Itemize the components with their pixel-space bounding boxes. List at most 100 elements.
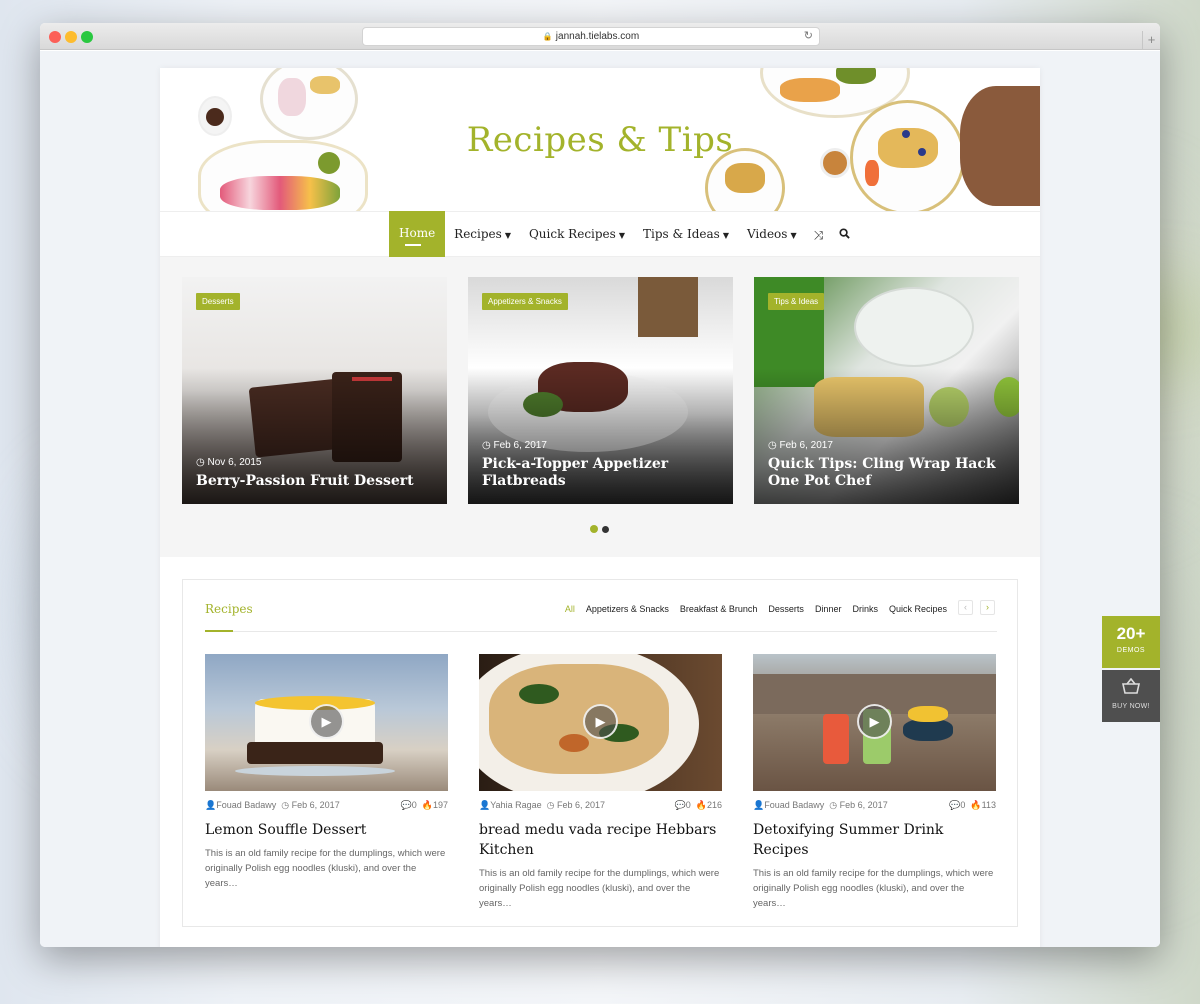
slide-title[interactable]: Pick-a-Topper Appetizer Flatbreads	[482, 456, 719, 490]
zoom-window-button[interactable]	[81, 31, 93, 43]
category-badge[interactable]: Tips & Ideas	[768, 293, 825, 310]
recipe-thumbnail[interactable]: ▶	[205, 654, 448, 791]
clock-icon: ◷	[829, 800, 838, 810]
demos-count: 20+	[1116, 624, 1146, 643]
pagination-dot[interactable]	[602, 526, 609, 533]
tab-desserts[interactable]: Desserts	[768, 604, 804, 614]
recipe-title[interactable]: Detoxifying Summer Drink Recipes	[753, 820, 996, 860]
author-name[interactable]: Yahia Ragae	[490, 800, 541, 810]
buy-now-button[interactable]: BUY NOW!	[1102, 670, 1160, 722]
view-count: 216	[706, 800, 722, 810]
block-title[interactable]: Recipes	[205, 602, 253, 616]
slide-card[interactable]: Tips & Ideas ◷ Feb 6, 2017 Quick Tips: C…	[754, 277, 1019, 504]
shuffle-icon[interactable]: ⤨	[806, 213, 832, 257]
tab-dinner[interactable]: Dinner	[815, 604, 842, 614]
clock-icon: ◷	[482, 440, 491, 451]
post-stats: 💬0 🔥113	[949, 800, 996, 811]
play-icon[interactable]: ▶	[583, 704, 618, 739]
recipe-title[interactable]: bread medu vada recipe Hebbars Kitchen	[479, 820, 722, 860]
demos-widget[interactable]: 20+ DEMOS	[1102, 616, 1160, 668]
comment-count: 0	[411, 800, 417, 810]
caret-down-icon: ▼	[790, 231, 797, 240]
recipe-title[interactable]: Lemon Souffle Dessert	[205, 820, 448, 840]
fire-icon: 🔥	[970, 800, 982, 810]
comment-icon: 💬	[949, 800, 961, 810]
clock-icon: ◷	[281, 800, 290, 810]
pagination-dot[interactable]	[590, 525, 598, 533]
comment-icon: 💬	[400, 800, 412, 810]
user-icon: 👤	[753, 800, 765, 810]
minimize-window-button[interactable]	[65, 31, 77, 43]
nav-item-label: Tips & Ideas	[642, 227, 720, 241]
nav-item-label: Videos	[746, 227, 788, 241]
category-badge[interactable]: Desserts	[196, 293, 240, 310]
featured-slider: Desserts ◷ Nov 6, 2015 Berry-Passion Fru…	[160, 257, 1040, 557]
author-name[interactable]: Fouad Badawy	[216, 800, 276, 810]
comment-icon: 💬	[674, 800, 686, 810]
address-bar[interactable]: 🔒 jannah.tielabs.com ↻	[362, 27, 820, 46]
block-divider-accent	[205, 630, 233, 632]
slide-date: ◷ Nov 6, 2015	[196, 457, 261, 468]
prev-arrow-button[interactable]: ‹	[958, 600, 973, 615]
next-arrow-button[interactable]: ›	[980, 600, 995, 615]
reload-icon[interactable]: ↻	[804, 28, 813, 45]
demos-label: DEMOS	[1116, 647, 1146, 654]
fire-icon: 🔥	[695, 800, 707, 810]
post-date: Feb 6, 2017	[839, 800, 888, 810]
tab-all[interactable]: All	[565, 604, 575, 614]
page-viewport: Recipes & Tips Home Recipes ▼ Quick Recip…	[40, 51, 1160, 947]
nav-item-recipes[interactable]: Recipes ▼	[445, 212, 520, 258]
post-stats: 💬0 🔥216	[675, 800, 723, 811]
slider-pagination	[590, 525, 609, 533]
slide-title[interactable]: Berry-Passion Fruit Dessert	[196, 473, 433, 490]
block-tabs: All Appetizers & Snacks Breakfast & Brun…	[565, 604, 947, 614]
comment-count: 0	[685, 800, 691, 810]
site-container: Recipes & Tips Home Recipes ▼ Quick Recip…	[160, 68, 1040, 947]
recipe-card: ▶ 👤Fouad Badawy ◷ Feb 6, 2017 💬0 🔥197 Le…	[205, 654, 448, 891]
recipe-excerpt: This is an old family recipe for the dum…	[753, 868, 994, 909]
nav-item-tips-ideas[interactable]: Tips & Ideas ▼	[634, 212, 738, 258]
post-date: Feb 6, 2017	[556, 800, 606, 810]
user-icon: 👤	[205, 800, 217, 810]
nav-item-quick-recipes[interactable]: Quick Recipes ▼	[520, 212, 634, 258]
slide-title[interactable]: Quick Tips: Cling Wrap Hack One Pot Chef	[768, 456, 1005, 490]
comment-count: 0	[960, 800, 966, 810]
slide-card[interactable]: Desserts ◷ Nov 6, 2015 Berry-Passion Fru…	[182, 277, 447, 504]
recipe-thumbnail[interactable]: ▶	[753, 654, 996, 791]
nav-item-label: Home	[399, 226, 436, 240]
play-icon[interactable]: ▶	[309, 704, 344, 739]
browser-window: 🔒 jannah.tielabs.com ↻ + Recipes & Tips …	[40, 23, 1160, 947]
slide-date-text: Feb 6, 2017	[779, 440, 833, 451]
nav-item-home[interactable]: Home	[389, 211, 446, 258]
author-name[interactable]: Fouad Badawy	[764, 800, 824, 810]
caret-down-icon: ▼	[504, 231, 511, 240]
caret-down-icon: ▼	[618, 231, 625, 240]
nav-item-label: Quick Recipes	[528, 227, 616, 241]
recipes-block: Recipes All Appetizers & Snacks Breakfas…	[182, 579, 1018, 927]
user-icon: 👤	[479, 800, 491, 810]
tab-drinks[interactable]: Drinks	[852, 604, 878, 614]
main-navigation: Home Recipes ▼ Quick Recipes ▼ Tips & Idea…	[160, 211, 1040, 258]
recipe-card: ▶ 👤Yahia Ragae ◷ Feb 6, 2017 💬0 🔥216 bre…	[479, 654, 722, 911]
category-badge[interactable]: Appetizers & Snacks	[482, 293, 568, 310]
nav-item-videos[interactable]: Videos ▼	[738, 212, 806, 258]
tab-quick-recipes[interactable]: Quick Recipes	[889, 604, 947, 614]
browser-titlebar: 🔒 jannah.tielabs.com ↻ +	[40, 23, 1160, 50]
clock-icon: ◷	[546, 800, 555, 810]
basket-icon	[1102, 677, 1160, 699]
recipe-thumbnail[interactable]: ▶	[479, 654, 722, 791]
fire-icon: 🔥	[421, 800, 433, 810]
tab-appetizers-snacks[interactable]: Appetizers & Snacks	[586, 604, 669, 614]
recipe-excerpt: This is an old family recipe for the dum…	[479, 868, 720, 909]
block-divider	[205, 631, 997, 632]
play-icon[interactable]: ▶	[857, 704, 892, 739]
new-tab-button[interactable]: +	[1142, 31, 1160, 50]
tab-breakfast-brunch[interactable]: Breakfast & Brunch	[680, 604, 758, 614]
nav-item-label: Recipes	[454, 227, 502, 241]
site-title[interactable]: Recipes & Tips	[160, 120, 1040, 160]
recipe-meta: 👤Fouad Badawy ◷ Feb 6, 2017 💬0 🔥113	[753, 800, 996, 812]
slide-card[interactable]: Appetizers & Snacks ◷ Feb 6, 2017 Pick-a…	[468, 277, 733, 504]
search-icon[interactable]	[831, 213, 858, 257]
buy-now-label: BUY NOW!	[1112, 703, 1150, 710]
close-window-button[interactable]	[49, 31, 61, 43]
